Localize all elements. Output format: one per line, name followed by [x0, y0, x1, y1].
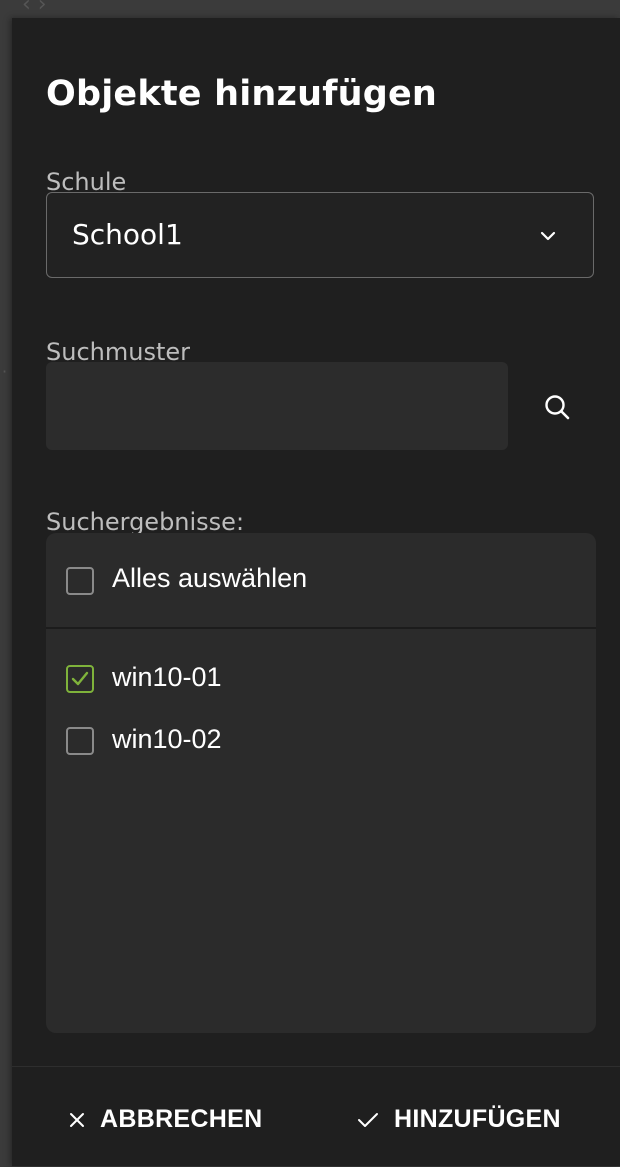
- select-all-label: Alles auswählen: [112, 563, 308, 593]
- search-results-list: Alles auswählen win10-01 win10-02: [46, 533, 596, 1033]
- select-all-checkbox[interactable]: [66, 567, 94, 595]
- add-objects-dialog: Objekte hinzufügen Schule School1 Suchmu…: [12, 18, 620, 1166]
- backdrop-fragment: ‹ ›: [22, 0, 47, 17]
- add-button[interactable]: HINZUFÜGEN: [356, 1105, 561, 1134]
- search-input[interactable]: [46, 362, 508, 450]
- list-item[interactable]: win10-01: [46, 651, 596, 707]
- item-checkbox[interactable]: [66, 727, 94, 755]
- item-label: win10-02: [112, 724, 222, 754]
- select-all-row[interactable]: Alles auswählen: [46, 533, 596, 629]
- cancel-button[interactable]: ABBRECHEN: [68, 1105, 262, 1134]
- close-icon: [70, 1112, 84, 1127]
- school-select[interactable]: School1: [46, 192, 594, 278]
- add-button-label: HINZUFÜGEN: [394, 1105, 561, 1133]
- school-select-value: School1: [72, 218, 183, 251]
- dialog-footer: ABBRECHEN HINZUFÜGEN: [12, 1066, 620, 1167]
- item-checkbox[interactable]: [66, 665, 94, 693]
- check-icon: [358, 1112, 378, 1127]
- item-label: win10-01: [112, 662, 222, 692]
- chevron-down-icon: [537, 225, 559, 247]
- search-icon[interactable]: [538, 388, 578, 428]
- cancel-button-label: ABBRECHEN: [100, 1105, 263, 1133]
- list-item[interactable]: win10-02: [46, 713, 596, 769]
- check-icon: [71, 671, 89, 686]
- backdrop-fragment: ·: [2, 362, 8, 381]
- dialog-title: Objekte hinzufügen: [46, 74, 438, 114]
- search-results-label: Suchergebnisse:: [46, 508, 245, 536]
